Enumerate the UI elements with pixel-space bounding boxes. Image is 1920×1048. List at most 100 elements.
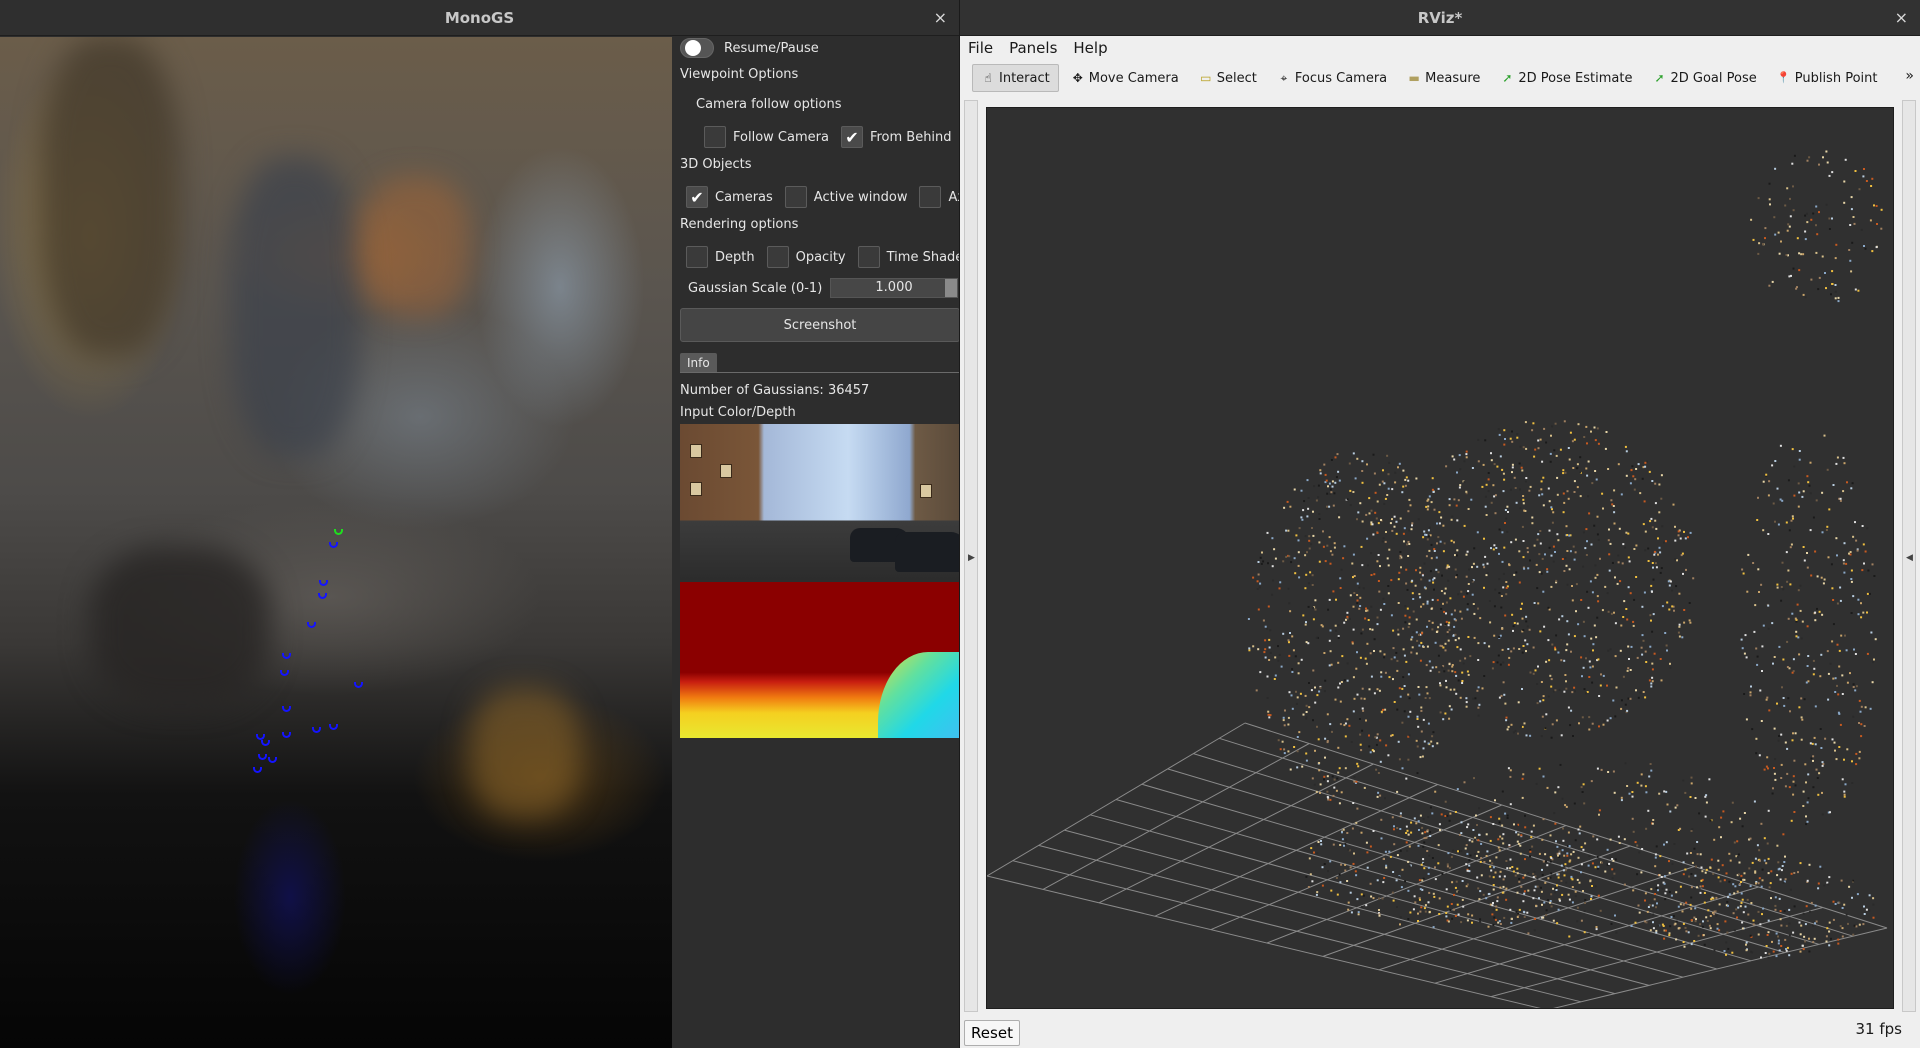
- cloud-point: [1370, 552, 1373, 555]
- axis-box[interactable]: [919, 186, 942, 208]
- time-shader-box[interactable]: [857, 246, 880, 268]
- cloud-point: [1443, 610, 1446, 613]
- resume-pause-row[interactable]: Resume/Pause: [680, 37, 819, 59]
- cloud-point: [1323, 463, 1326, 466]
- opacity-box[interactable]: [766, 246, 789, 268]
- cloud-point: [1577, 828, 1580, 831]
- cloud-point: [1850, 580, 1853, 583]
- cloud-point: [1324, 473, 1327, 476]
- cloud-point: [1361, 729, 1364, 732]
- depth-checkbox[interactable]: Depth: [686, 246, 755, 268]
- cloud-point: [1626, 669, 1629, 672]
- depth-box[interactable]: [686, 246, 708, 268]
- cloud-point: [1798, 269, 1801, 272]
- cloud-point: [1792, 517, 1794, 520]
- cloud-point: [1433, 548, 1436, 551]
- cloud-point: [1476, 689, 1479, 692]
- cloud-point: [1794, 732, 1797, 735]
- cloud-point: [1439, 711, 1442, 714]
- cloud-point: [1799, 933, 1802, 936]
- cloud-point: [1550, 872, 1553, 875]
- tool-interact[interactable]: ☝ Interact: [972, 64, 1059, 92]
- cloud-point: [1679, 885, 1682, 888]
- tool-move-camera[interactable]: ✥ Move Camera: [1063, 64, 1187, 92]
- control-panel: Resume/Pause Viewpoint Options Camera fo…: [672, 37, 959, 1048]
- cloud-point: [1356, 599, 1359, 602]
- active-window-box[interactable]: [784, 186, 807, 208]
- tool-2d-goal-pose[interactable]: ➚ 2D Goal Pose: [1644, 64, 1764, 92]
- gaussian-render-viewport[interactable]: [0, 37, 672, 1048]
- menu-panels[interactable]: Panels: [1001, 39, 1065, 57]
- cloud-point: [1812, 786, 1815, 789]
- cloud-point: [1355, 874, 1358, 877]
- tool-publish-point[interactable]: 📍 Publish Point: [1769, 64, 1886, 92]
- cloud-point: [1766, 756, 1769, 759]
- cloud-point: [1774, 460, 1777, 462]
- cloud-point: [1517, 833, 1520, 836]
- menu-file[interactable]: File: [960, 39, 1001, 57]
- cloud-point: [1487, 925, 1490, 928]
- cloud-point: [1264, 656, 1267, 659]
- cloud-point: [1766, 842, 1769, 845]
- cloud-point: [1392, 678, 1394, 681]
- cloud-point: [1584, 842, 1587, 845]
- interact-icon: ☝: [984, 71, 992, 85]
- axis-checkbox[interactable]: Ax: [919, 186, 959, 208]
- cloud-point: [1305, 704, 1308, 707]
- cloud-point: [1359, 829, 1362, 832]
- cloud-point: [1655, 566, 1658, 569]
- cloud-point: [1457, 679, 1460, 682]
- cloud-point: [1422, 718, 1425, 721]
- checkmark-icon[interactable]: ✔: [840, 126, 863, 148]
- tool-2d-pose-estimate[interactable]: ➚ 2D Pose Estimate: [1492, 64, 1640, 92]
- cloud-point: [1563, 874, 1566, 877]
- cloud-point: [1323, 775, 1326, 778]
- cloud-point: [1505, 719, 1508, 722]
- opacity-checkbox[interactable]: Opacity: [766, 246, 846, 268]
- cloud-point: [1568, 845, 1571, 848]
- tab-info[interactable]: Info: [680, 353, 717, 373]
- resume-pause-toggle[interactable]: [680, 38, 714, 58]
- screenshot-button[interactable]: Screenshot: [680, 308, 959, 342]
- rviz-close-icon[interactable]: ×: [1895, 8, 1908, 27]
- cloud-point: [1423, 867, 1426, 870]
- cloud-point: [1531, 522, 1534, 525]
- active-window-checkbox[interactable]: Active window: [784, 186, 907, 208]
- rviz-3d-view[interactable]: [986, 107, 1894, 1009]
- cloud-point: [1705, 916, 1708, 919]
- cameras-checkbox[interactable]: ✔ Cameras: [686, 186, 773, 208]
- tool-select[interactable]: ▭ Select: [1191, 64, 1265, 92]
- right-panel-handle[interactable]: ◀: [1902, 100, 1916, 1012]
- toolbar-overflow-icon[interactable]: »: [1905, 68, 1914, 84]
- cloud-point: [1443, 542, 1446, 545]
- monogs-close-icon[interactable]: ×: [934, 8, 947, 27]
- cloud-point: [1871, 681, 1874, 684]
- slider-handle[interactable]: [945, 279, 957, 297]
- reset-button[interactable]: Reset: [964, 1020, 1020, 1046]
- tool-measure[interactable]: ▬ Measure: [1399, 64, 1488, 92]
- follow-camera-checkbox[interactable]: Follow Camera: [704, 126, 829, 148]
- follow-camera-box[interactable]: [704, 126, 726, 148]
- cloud-point: [1298, 527, 1301, 530]
- cloud-point: [1855, 685, 1858, 688]
- cloud-point: [1725, 872, 1728, 875]
- cloud-point: [1823, 578, 1826, 581]
- cloud-point: [1854, 288, 1857, 291]
- cloud-point: [1379, 565, 1381, 568]
- from-behind-checkbox[interactable]: ✔ From Behind: [840, 126, 952, 148]
- cloud-point: [1383, 877, 1386, 879]
- checkmark-icon[interactable]: ✔: [686, 186, 708, 208]
- tool-focus-camera[interactable]: ⌖ Focus Camera: [1269, 64, 1395, 92]
- cloud-point: [1338, 873, 1341, 876]
- menu-help[interactable]: Help: [1065, 39, 1115, 57]
- cloud-point: [1699, 923, 1702, 926]
- gaussian-scale-slider[interactable]: 1.000: [830, 278, 958, 298]
- cloud-point: [1297, 662, 1300, 665]
- cloud-point: [1516, 436, 1519, 439]
- cloud-point: [1831, 738, 1834, 741]
- left-panel-handle[interactable]: ▶: [964, 100, 978, 1012]
- cloud-point: [1782, 658, 1785, 661]
- cloud-point: [1319, 783, 1322, 786]
- time-shader-checkbox[interactable]: Time Shader: [857, 246, 959, 268]
- cloud-point: [1376, 616, 1379, 619]
